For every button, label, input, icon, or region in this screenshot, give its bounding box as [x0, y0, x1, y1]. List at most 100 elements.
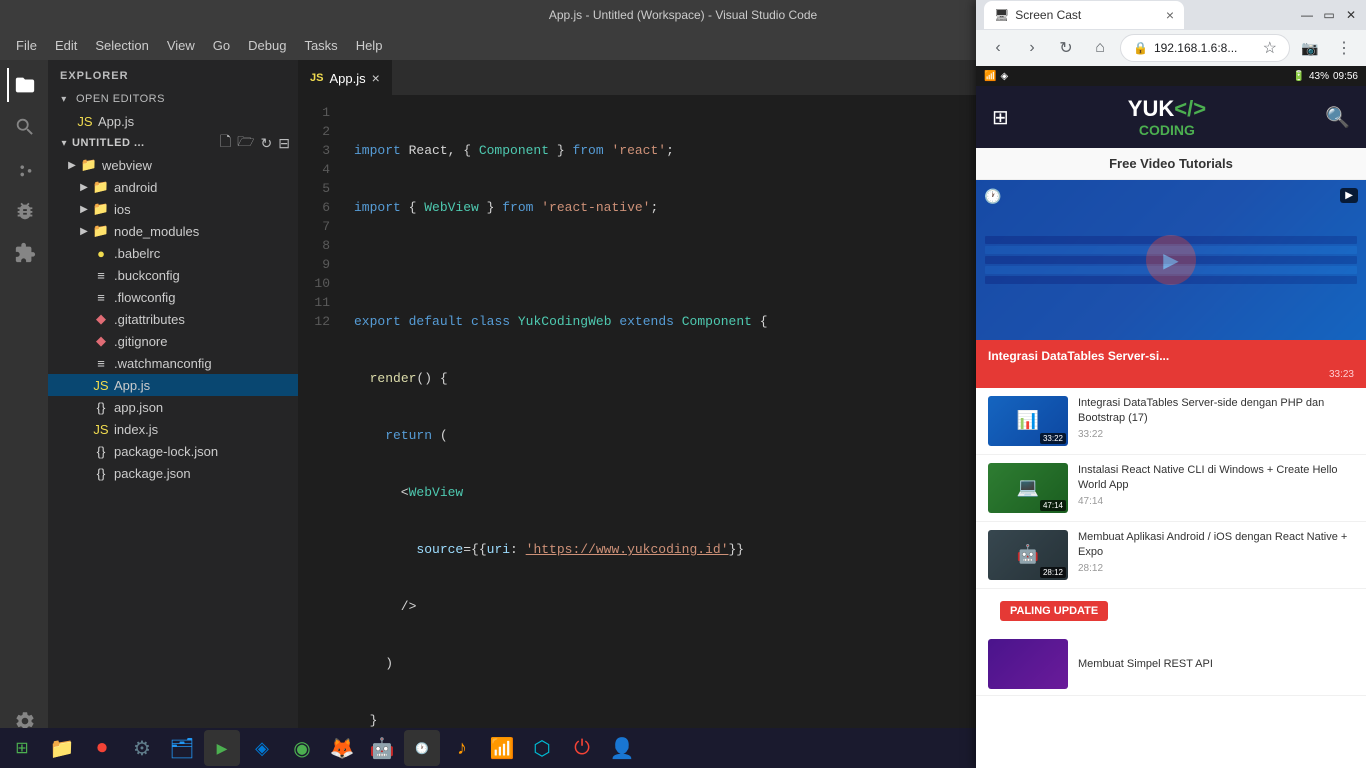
- file-babelrc[interactable]: ▶ ● .babelrc: [48, 242, 298, 264]
- video-clock-icon: 🕐: [984, 188, 1001, 205]
- project-root[interactable]: ▾ UNTITLED ... 🗋 🗁 ↻ ⊟: [48, 132, 298, 154]
- folder-webview[interactable]: ▶ 📁 webview: [48, 154, 298, 176]
- new-file-action[interactable]: 🗋: [218, 129, 233, 157]
- taskbar-avatar-icon[interactable]: 👤: [604, 730, 640, 766]
- taskbar-appstore-icon[interactable]: 🗂: [164, 730, 200, 766]
- yuk-search-icon[interactable]: 🔍: [1325, 105, 1350, 130]
- bottom-video-item[interactable]: Membuat Simpel REST API: [976, 633, 1366, 696]
- file-appjs[interactable]: ▶ JS App.js: [48, 374, 298, 396]
- new-folder-action[interactable]: 🗁: [235, 129, 256, 157]
- browser-close-btn[interactable]: ✕: [1344, 8, 1358, 22]
- browser-forward-btn[interactable]: ›: [1018, 34, 1046, 62]
- video-list-item-1[interactable]: 📊 33:22 Integrasi DataTables Server-side…: [976, 388, 1366, 455]
- browser-menu-btn[interactable]: ⋮: [1330, 34, 1358, 62]
- open-editors-arrow: ▾: [56, 94, 72, 105]
- file-packagejson[interactable]: ▶ {} package.json: [48, 462, 298, 484]
- file-gitattributes[interactable]: ▶ ◆ .gitattributes: [48, 308, 298, 330]
- video-thumb-3: 🤖 28:12: [988, 530, 1068, 580]
- menu-edit[interactable]: Edit: [47, 34, 85, 57]
- menu-tasks[interactable]: Tasks: [296, 34, 345, 57]
- appjs-icon: JS: [92, 378, 110, 393]
- activity-debug-icon[interactable]: [7, 194, 41, 228]
- file-gitignore[interactable]: ▶ ◆ .gitignore: [48, 330, 298, 352]
- video-title-3: Membuat Aplikasi Android / iOS dengan Re…: [1078, 530, 1354, 561]
- browser-tab[interactable]: 🖥 Screen Cast ×: [984, 1, 1184, 29]
- open-editors-label: OPEN EDITORS: [76, 93, 165, 105]
- menu-file[interactable]: File: [8, 34, 45, 57]
- yuk-logo-text: YUK</>: [1128, 96, 1206, 122]
- phone-battery-icon: 🔋: [1293, 71, 1305, 82]
- taskbar-music-icon[interactable]: ♪: [444, 730, 480, 766]
- activity-extensions-icon[interactable]: [7, 236, 41, 270]
- file-flowconfig[interactable]: ▶ ≡ .flowconfig: [48, 286, 298, 308]
- video-duration-2: 47:14: [1078, 496, 1354, 507]
- file-watchmanconfig[interactable]: ▶ ≡ .watchmanconfig: [48, 352, 298, 374]
- taskbar-power-icon[interactable]: ⏻: [564, 730, 600, 766]
- android-folder-icon: 📁: [92, 179, 110, 195]
- file-packagelockjson[interactable]: ▶ {} package-lock.json: [48, 440, 298, 462]
- taskbar-firefox-icon[interactable]: 🦊: [324, 730, 360, 766]
- taskbar-wifi-icon[interactable]: 📶: [484, 730, 520, 766]
- folder-android[interactable]: ▶ 📁 android: [48, 176, 298, 198]
- browser-back-btn[interactable]: ‹: [984, 34, 1012, 62]
- video-list-item-2[interactable]: 💻 47:14 Instalasi React Native CLI di Wi…: [976, 455, 1366, 522]
- video-thumb-2: 💻 47:14: [988, 463, 1068, 513]
- tab-js-icon: JS: [310, 72, 323, 84]
- address-text: 192.168.1.6:8...: [1154, 41, 1257, 55]
- video-info-2: Instalasi React Native CLI di Windows + …: [1078, 463, 1354, 507]
- section-badge: PALING UPDATE: [1000, 601, 1108, 621]
- activity-bar: [0, 60, 48, 746]
- activity-search-icon[interactable]: [7, 110, 41, 144]
- gitignore-icon: ◆: [92, 333, 110, 349]
- taskbar-apps-icon[interactable]: ⊞: [4, 730, 40, 766]
- taskbar-clock-icon[interactable]: 🕐: [404, 730, 440, 766]
- menu-help[interactable]: Help: [348, 34, 391, 57]
- menu-go[interactable]: Go: [205, 34, 238, 57]
- browser-tab-close[interactable]: ×: [1166, 7, 1174, 23]
- activity-explorer-icon[interactable]: [7, 68, 41, 102]
- project-name: UNTITLED ...: [72, 137, 145, 149]
- file-indexjs[interactable]: ▶ JS index.js: [48, 418, 298, 440]
- menu-debug[interactable]: Debug: [240, 34, 294, 57]
- taskbar-vscode-icon[interactable]: ◈: [244, 730, 280, 766]
- taskbar-files-icon[interactable]: 📁: [44, 730, 80, 766]
- file-buckconfig[interactable]: ▶ ≡ .buckconfig: [48, 264, 298, 286]
- taskbar-apps2-icon[interactable]: ⬡: [524, 730, 560, 766]
- taskbar-record-icon[interactable]: ⏺: [84, 730, 120, 766]
- taskbar-terminal-icon[interactable]: ▶: [204, 730, 240, 766]
- menu-selection[interactable]: Selection: [87, 34, 156, 57]
- menu-view[interactable]: View: [159, 34, 203, 57]
- phone-wifi-icon: ◈: [1000, 71, 1008, 82]
- featured-info: Integrasi DataTables Server-si... 33:23: [976, 340, 1366, 388]
- browser-title-bar: 🖥 Screen Cast × — ▭ ✕: [976, 0, 1366, 30]
- video-list-item-3[interactable]: 🤖 28:12 Membuat Aplikasi Android / iOS d…: [976, 522, 1366, 589]
- browser-refresh-btn[interactable]: ↻: [1052, 34, 1080, 62]
- browser-screenshot-btn[interactable]: 📷: [1296, 34, 1324, 62]
- bottom-video-title: Membuat Simpel REST API: [1078, 658, 1213, 670]
- browser-maximize-btn[interactable]: ▭: [1322, 8, 1336, 22]
- browser-minimize-btn[interactable]: —: [1300, 8, 1314, 22]
- taskbar-settings-icon[interactable]: ⚙: [124, 730, 160, 766]
- yuk-tagline: Free Video Tutorials: [976, 148, 1366, 180]
- taskbar-chrome-icon[interactable]: ◉: [284, 730, 320, 766]
- address-bar[interactable]: 🔒 192.168.1.6:8... ☆: [1120, 34, 1290, 62]
- tab-appjs[interactable]: JS App.js ×: [298, 60, 392, 95]
- folder-node-modules[interactable]: ▶ 📁 node_modules: [48, 220, 298, 242]
- website-content[interactable]: ⊞ YUK</> CODING 🔍 Free Video Tutorials: [976, 86, 1366, 768]
- folder-ios[interactable]: ▶ 📁 ios: [48, 198, 298, 220]
- featured-thumbnail[interactable]: 🕐 ▶ ▶: [976, 180, 1366, 340]
- appjson-icon: {}: [92, 400, 110, 415]
- nodemodules-arrow: ▶: [76, 226, 92, 237]
- yuk-header: ⊞ YUK</> CODING 🔍: [976, 86, 1366, 148]
- browser-navbar: ‹ › ↻ ⌂ 🔒 192.168.1.6:8... ☆ 📷 ⋮: [976, 30, 1366, 66]
- ios-folder-icon: 📁: [92, 201, 110, 217]
- video-duration-3: 28:12: [1078, 563, 1354, 574]
- yuk-menu-icon[interactable]: ⊞: [992, 105, 1009, 130]
- file-appjson[interactable]: ▶ {} app.json: [48, 396, 298, 418]
- taskbar-android-icon[interactable]: 🤖: [364, 730, 400, 766]
- collapse-action[interactable]: ⊟: [276, 133, 292, 154]
- browser-home-btn[interactable]: ⌂: [1086, 34, 1114, 62]
- activity-git-icon[interactable]: [7, 152, 41, 186]
- refresh-action[interactable]: ↻: [259, 133, 275, 154]
- tab-close-btn[interactable]: ×: [372, 70, 380, 86]
